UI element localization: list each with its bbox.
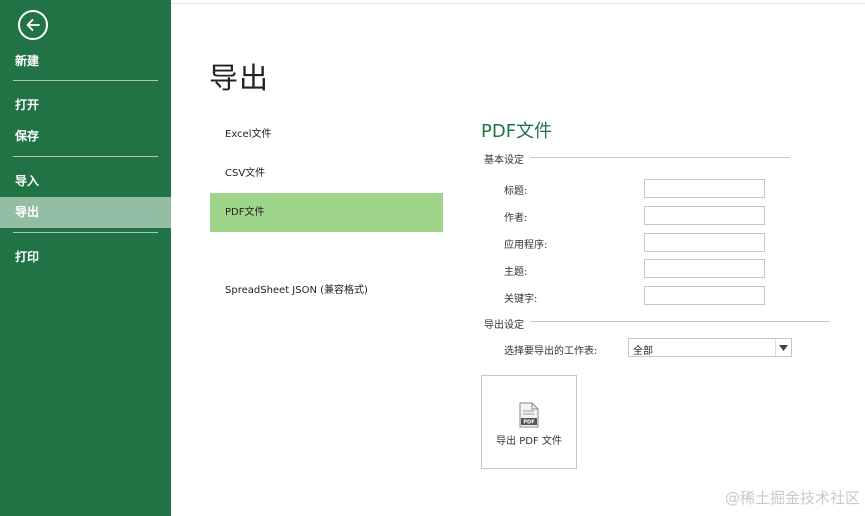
application-field[interactable] [644,233,765,252]
page-title: 导出 [209,61,270,95]
sheet-select[interactable]: 全部 [628,338,792,357]
chevron-down-icon[interactable] [775,339,791,356]
application-label: 应用程序: [504,240,548,251]
nav-print[interactable]: 打印 [0,242,171,273]
nav-save[interactable]: 保存 [0,121,171,152]
back-arrow-icon[interactable] [18,10,48,40]
nav-new[interactable]: 新建 [0,46,171,77]
nav-open[interactable]: 打开 [0,90,171,121]
pdf-file-icon: PDF [519,402,539,428]
watermark: @稀土掘金技术社区 [724,489,860,507]
basic-settings-heading: 基本设定 [484,155,524,166]
group-divider [530,321,830,322]
export-pdf-button-label: 导出 PDF 文件 [496,436,562,447]
title-label: 标题: [504,186,528,197]
format-excel[interactable]: Excel文件 [210,115,443,154]
nav-divider [13,80,158,81]
author-field[interactable] [644,206,765,225]
top-border [171,3,865,4]
keywords-label: 关键字: [504,294,538,305]
nav-export[interactable]: 导出 [0,197,171,228]
subject-label: 主题: [504,267,528,278]
subject-field[interactable] [644,259,765,278]
export-settings-heading: 导出设定 [484,320,524,331]
title-field[interactable] [644,179,765,198]
group-divider [530,157,790,158]
sheet-select-label: 选择要导出的工作表: [504,346,598,357]
keywords-field[interactable] [644,286,765,305]
sheet-select-value: 全部 [633,346,653,357]
pdf-section-title: PDF文件 [481,121,553,142]
pdf-icon-caption: PDF [523,420,534,426]
format-csv[interactable]: CSV文件 [210,154,443,193]
backstage-sidebar: 新建 打开 保存 导入 导出 打印 [0,0,171,516]
nav-divider [13,156,158,157]
format-spreadsheet-json[interactable]: SpreadSheet JSON (兼容格式) [210,271,443,310]
format-pdf[interactable]: PDF文件 [210,193,443,232]
author-label: 作者: [504,213,528,224]
nav-divider [13,232,158,233]
nav-import[interactable]: 导入 [0,166,171,197]
export-pdf-button[interactable]: PDF 导出 PDF 文件 [481,375,577,469]
